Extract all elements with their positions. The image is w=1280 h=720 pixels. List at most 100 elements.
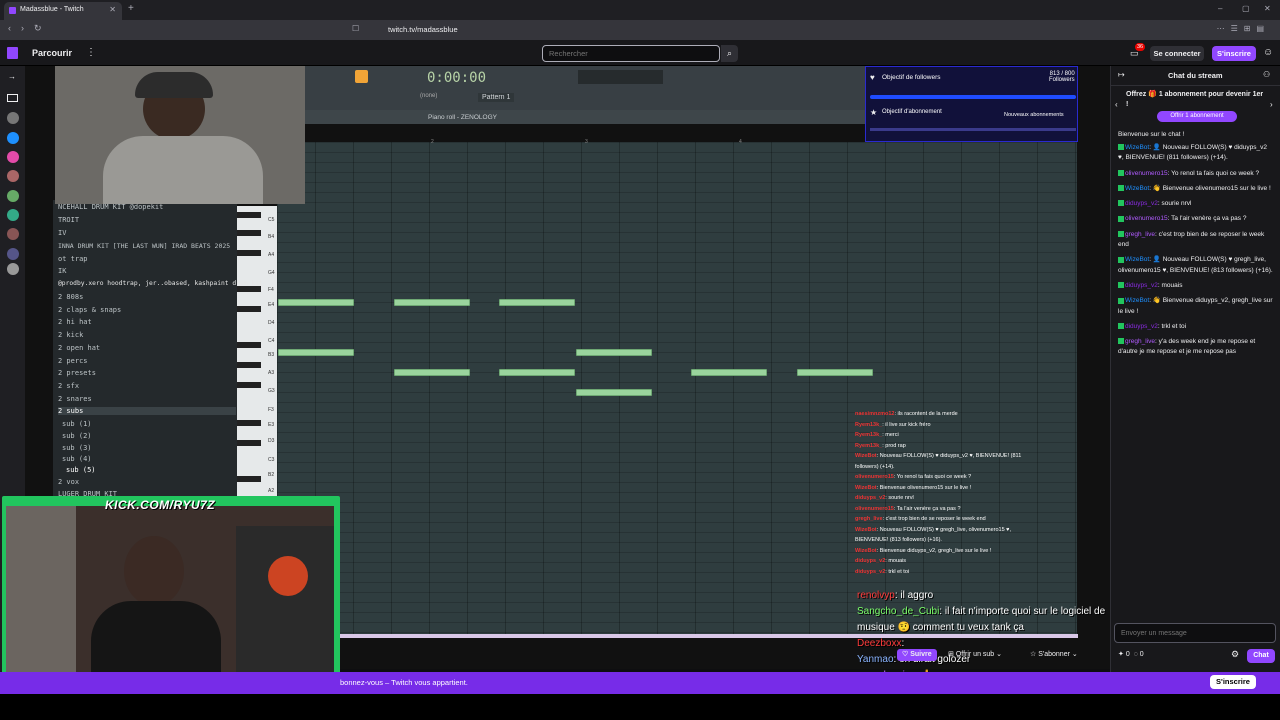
chat-badge-icon — [1118, 323, 1124, 330]
followed-channels-icon[interactable] — [7, 94, 18, 102]
channel-avatar[interactable] — [7, 170, 19, 182]
browser-item[interactable]: 2 presets — [58, 369, 96, 377]
twitch-logo-icon[interactable] — [7, 47, 18, 59]
channel-avatar[interactable] — [7, 209, 19, 221]
midi-note[interactable] — [576, 389, 652, 396]
record-icon[interactable] — [355, 70, 368, 83]
browse-link[interactable]: Parcourir — [32, 48, 72, 58]
chat-username[interactable]: diduyps_v2 — [1125, 282, 1158, 289]
midi-note[interactable] — [499, 369, 575, 376]
chat-username[interactable]: WizeBot — [1125, 185, 1149, 192]
overlay-chat-line: gregh_live: c'est trop bien de se repose… — [855, 516, 986, 522]
chat-username[interactable]: WizeBot — [1125, 144, 1149, 151]
channel-avatar[interactable] — [7, 112, 19, 124]
bookmark-icon[interactable]: ☐ — [352, 24, 359, 33]
overlay-chat-line: WizeBot: Bienvenue olivenumero15 sur le … — [855, 484, 972, 491]
chat-users-icon[interactable]: ⚇ — [1263, 70, 1270, 79]
banner-signup-button[interactable]: S'inscrire — [1210, 675, 1256, 689]
chat-username[interactable]: WizeBot — [1125, 297, 1149, 304]
browser-item[interactable]: 2 808s — [58, 293, 83, 301]
midi-note[interactable] — [797, 369, 873, 376]
channel-avatar[interactable] — [7, 190, 19, 202]
sub-goal-value: Nouveaux abonnements — [1004, 112, 1064, 118]
midi-note[interactable] — [278, 299, 354, 306]
browser-item[interactable]: ot trap — [58, 255, 88, 263]
browser-item[interactable]: 2 kick — [58, 331, 83, 339]
browser-item[interactable]: 2 snares — [58, 395, 92, 403]
browser-item[interactable]: TROIT — [58, 216, 79, 224]
piano-keyboard[interactable] — [237, 206, 277, 496]
chat-badge-icon — [1118, 200, 1124, 207]
channel-avatar[interactable] — [7, 151, 19, 163]
search-icon[interactable]: ⌕ — [721, 45, 738, 62]
pattern-selector[interactable]: Pattern 1 — [478, 93, 515, 102]
more-menu-icon[interactable]: ⋮ — [86, 47, 96, 58]
midi-note[interactable] — [278, 349, 354, 356]
chat-badge-icon — [1118, 169, 1124, 176]
chat-username[interactable]: WizeBot — [1125, 256, 1149, 263]
browser-item[interactable]: sub (3) — [62, 444, 92, 452]
chat-title: Chat du stream — [1168, 71, 1223, 80]
browser-item[interactable]: NCEHALL DRUM KIT @dopekit — [58, 203, 163, 211]
chat-username[interactable]: olivenumero15 — [1125, 170, 1168, 177]
signup-button[interactable]: S'inscrire — [1212, 46, 1256, 61]
expand-rail-icon[interactable]: → — [8, 72, 16, 81]
chat-send-button[interactable]: Chat — [1247, 649, 1275, 663]
channel-points[interactable]: ✦ 0 ◌ 0 — [1118, 650, 1144, 658]
browser-item[interactable]: sub (4) — [62, 455, 92, 463]
key-label: C3 — [268, 457, 275, 463]
browser-item[interactable]: sub (2) — [62, 432, 92, 440]
chat-username[interactable]: olivenumero15 — [1125, 215, 1168, 222]
tab-close-icon[interactable]: ✕ — [109, 5, 116, 14]
channel-avatar[interactable] — [7, 132, 19, 144]
url-field[interactable]: twitch.tv/madassblue — [388, 25, 458, 34]
user-menu-icon[interactable]: ☺ — [1263, 47, 1273, 58]
midi-note[interactable] — [576, 349, 652, 356]
chat-username[interactable]: diduyps_v2 — [1125, 200, 1158, 207]
channel-avatar[interactable] — [7, 228, 19, 240]
browser-item[interactable]: IV — [58, 229, 66, 237]
chat-username[interactable]: diduyps_v2 — [1125, 323, 1158, 330]
browser-item[interactable]: 2 sfx — [58, 382, 79, 390]
prev-arrow-icon[interactable]: ‹ — [1115, 100, 1118, 109]
channel-avatar[interactable] — [7, 248, 19, 260]
browser-item[interactable]: sub (5) — [66, 466, 96, 474]
collapse-chat-icon[interactable]: ↦ — [1118, 70, 1125, 79]
channel-avatar[interactable] — [7, 263, 19, 275]
midi-note[interactable] — [394, 299, 470, 306]
browser-item[interactable]: 2 hi hat — [58, 318, 92, 326]
nav-buttons[interactable]: ‹›↻ — [8, 23, 52, 34]
browser-item[interactable]: IK — [58, 267, 66, 275]
browser-item[interactable]: 2 claps & snaps — [58, 306, 121, 314]
browser-item[interactable]: 2 percs — [58, 357, 88, 365]
gift-sub-prompt: Offrez 🎁 1 abonnement pour devenir 1er ! — [1126, 91, 1264, 108]
browser-item[interactable]: 2 vox — [58, 478, 79, 486]
browser-extensions-icon[interactable]: ⋯☰⊞▤ — [1217, 24, 1270, 33]
snap-select[interactable]: (none) — [420, 93, 437, 99]
chat-username[interactable]: gregh_live — [1125, 231, 1155, 238]
chat-input[interactable] — [1114, 623, 1276, 643]
browser-item[interactable]: sub (1) — [62, 420, 92, 428]
browser-item[interactable]: @prodby.xero hoodtrap, jer..obased, kash… — [58, 280, 263, 287]
follow-button[interactable]: ♡ Suivre — [897, 649, 937, 661]
browser-item[interactable]: 2 subs — [58, 407, 236, 415]
midi-note[interactable] — [394, 369, 470, 376]
midi-note[interactable] — [691, 369, 767, 376]
gift-sub-chat-button[interactable]: Offrir 1 abonnement — [1157, 111, 1237, 122]
browser-item[interactable]: 2 open hat — [58, 344, 100, 352]
search-input[interactable] — [542, 45, 720, 62]
new-tab-icon[interactable]: + — [128, 3, 134, 14]
next-arrow-icon[interactable]: › — [1270, 100, 1273, 109]
window-close-icon[interactable]: ✕ — [1264, 4, 1271, 13]
subscribe-button[interactable]: ☆ S'abonner ⌄ — [1030, 649, 1078, 661]
gift-sub-button[interactable]: ⊞ Offrir un sub ⌄ — [948, 649, 1002, 661]
maximize-icon[interactable]: ▢ — [1242, 4, 1250, 13]
chat-username[interactable]: gregh_live — [1125, 338, 1155, 345]
browser-item[interactable]: INNA DRUM KIT [THE LAST WUN] IRAD BEATS … — [58, 242, 230, 250]
login-button[interactable]: Se connecter — [1150, 46, 1204, 61]
progress-bar[interactable] — [340, 634, 1078, 638]
browser-tab[interactable]: Madassblue - Twitch ✕ — [4, 2, 122, 20]
midi-note[interactable] — [499, 299, 575, 306]
chat-settings-icon[interactable]: ⚙ — [1231, 649, 1239, 660]
minimize-icon[interactable]: – — [1218, 4, 1222, 13]
